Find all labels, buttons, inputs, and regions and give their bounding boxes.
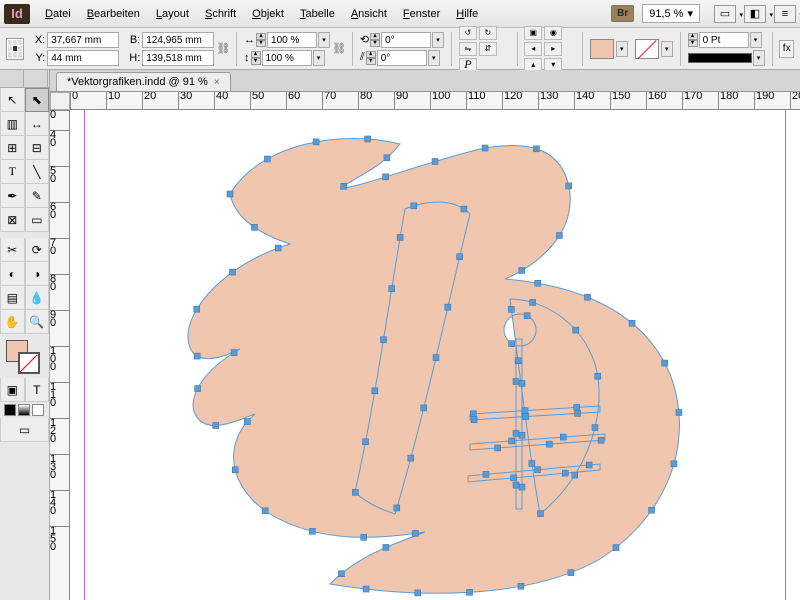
zoom-dropdown[interactable]: 91,5 %▾ xyxy=(642,4,700,23)
canvas[interactable] xyxy=(70,110,800,600)
flip-v-icon[interactable]: ⇵ xyxy=(479,42,497,56)
stroke-weight-field[interactable]: 0 Pt xyxy=(699,32,749,48)
rect-frame-tool[interactable]: ⊠ xyxy=(0,208,25,232)
scale-x-field[interactable]: 100 % xyxy=(267,32,317,48)
gap-tool[interactable]: ↔ xyxy=(25,112,50,136)
rotate-cw-icon[interactable]: ↻ xyxy=(479,26,497,40)
menu-objekt[interactable]: Objekt xyxy=(245,4,291,24)
zoom-tool[interactable]: 🔍 xyxy=(25,310,50,334)
app-logo-icon: Id xyxy=(4,4,30,24)
margin-guide-left xyxy=(84,110,85,600)
select-cluster: ▣ ◉ ◂ ▸ ▴ ▾ xyxy=(524,26,575,72)
flip-h-icon[interactable]: ⇋ xyxy=(459,42,477,56)
shear-field[interactable]: 0° xyxy=(377,50,427,66)
note-tool[interactable]: ▤ xyxy=(0,286,25,310)
y-field[interactable]: 44 mm xyxy=(47,50,119,66)
control-bar: X:37,667 mm Y:44 mm B:124,965 mm H:139,5… xyxy=(0,28,800,70)
scale-y-field[interactable]: 100 % xyxy=(262,50,312,66)
menu-schrift[interactable]: Schrift xyxy=(198,4,243,24)
select-content-icon[interactable]: ◉ xyxy=(544,26,562,40)
stroke-dropdown[interactable]: ▾ xyxy=(661,41,673,57)
stroke-style[interactable] xyxy=(688,53,752,63)
apply-color-icon[interactable] xyxy=(4,404,16,416)
transform-tool[interactable]: ⟳ xyxy=(25,238,50,262)
vertical-ruler[interactable]: 0405060708090100110120130140150 xyxy=(50,110,70,600)
menu-datei[interactable]: Datei xyxy=(38,4,78,24)
rotate-icon: ⟲ xyxy=(360,33,369,46)
format-text-icon[interactable]: T xyxy=(25,378,50,402)
reference-point[interactable] xyxy=(6,38,24,60)
menu-layout[interactable]: Layout xyxy=(149,4,196,24)
arrange-icon[interactable]: ≡ xyxy=(774,5,796,23)
close-tab-icon[interactable]: × xyxy=(214,77,220,88)
flip-rotate-cluster: ↺ ↻ ⇋ ⇵ P xyxy=(459,26,510,72)
fill-dropdown[interactable]: ▾ xyxy=(616,41,628,57)
bridge-button[interactable]: Br xyxy=(611,5,634,22)
gradient-feather-tool[interactable]: ◑ xyxy=(25,262,50,286)
menu-hilfe[interactable]: Hilfe xyxy=(449,4,485,24)
select-container-icon[interactable]: ▣ xyxy=(524,26,542,40)
sample-tool-2[interactable]: ⊟ xyxy=(25,136,50,160)
format-container-icon[interactable]: ▣ xyxy=(0,378,25,402)
gradient-swatch-tool[interactable]: ◐ xyxy=(0,262,25,286)
scale-x-icon: ↔ xyxy=(244,34,255,46)
x-field[interactable]: 37,667 mm xyxy=(47,32,119,48)
view-mode-toggle[interactable]: ▭ xyxy=(0,418,49,442)
constrain-wh-icon[interactable]: ⛓ xyxy=(217,35,229,63)
fill-swatch[interactable] xyxy=(590,39,614,59)
apply-gradient-icon[interactable] xyxy=(18,404,30,416)
rect-tool[interactable]: ▭ xyxy=(25,208,50,232)
horizontal-ruler[interactable]: 0102030405060708090100110120130140150160… xyxy=(70,92,800,110)
margin-guide-right xyxy=(785,110,786,600)
menu-bearbeiten[interactable]: Bearbeiten xyxy=(80,4,147,24)
selected-vector-glyph[interactable] xyxy=(170,114,710,600)
pen-tool[interactable]: ✒ xyxy=(0,184,25,208)
menu-ansicht[interactable]: Ansicht xyxy=(344,4,394,24)
apply-none-icon[interactable] xyxy=(32,404,44,416)
view-options-icon[interactable]: ▭ xyxy=(714,5,736,23)
toolbox: ↖ ⬉ ▥ ↔ ⊞ ⊟ T ╲ ✒ ✎ ⊠ ▭ ✂ ⟳ ◐ ◑ ▤ 💧 ✋ 🔍 xyxy=(0,70,50,600)
select-prev-icon[interactable]: ◂ xyxy=(524,42,542,56)
line-tool[interactable]: ╲ xyxy=(25,160,50,184)
menu-fenster[interactable]: Fenster xyxy=(396,4,447,24)
ruler-origin[interactable] xyxy=(50,92,70,110)
scale-y-icon: ↕ xyxy=(244,52,250,64)
page-tool[interactable]: ▥ xyxy=(0,112,25,136)
document-tab[interactable]: *Vektorgrafiken.indd @ 91 % × xyxy=(56,72,231,91)
selection-tool[interactable]: ↖ xyxy=(0,88,25,112)
shear-icon: ⫽ xyxy=(360,51,365,64)
toolbox-stroke-swatch[interactable] xyxy=(18,352,40,374)
document-area: *Vektorgrafiken.indd @ 91 % × 0102030405… xyxy=(50,70,800,600)
select-next-icon[interactable]: ▸ xyxy=(544,42,562,56)
h-field[interactable]: 139,518 mm xyxy=(142,50,214,66)
menu-tabelle[interactable]: Tabelle xyxy=(293,4,342,24)
rotate-field[interactable]: 0° xyxy=(381,32,431,48)
stroke-swatch[interactable] xyxy=(635,39,659,59)
menu-bar: Id Datei Bearbeiten Layout Schrift Objek… xyxy=(0,0,800,28)
scissors-tool[interactable]: ✂ xyxy=(0,238,25,262)
direct-selection-tool[interactable]: ⬉ xyxy=(25,88,50,112)
sample-tool-1[interactable]: ⊞ xyxy=(0,136,25,160)
constrain-scale-icon[interactable]: ⛓ xyxy=(333,35,345,63)
rotate-ccw-icon[interactable]: ↺ xyxy=(459,26,477,40)
eyedropper-tool[interactable]: 💧 xyxy=(25,286,50,310)
effects-icon[interactable]: fx xyxy=(779,40,794,58)
screen-mode-icon[interactable]: ◧ xyxy=(744,5,766,23)
type-tool[interactable]: T xyxy=(0,160,25,184)
pencil-tool[interactable]: ✎ xyxy=(25,184,50,208)
w-field[interactable]: 124,965 mm xyxy=(142,32,214,48)
hand-tool[interactable]: ✋ xyxy=(0,310,25,334)
